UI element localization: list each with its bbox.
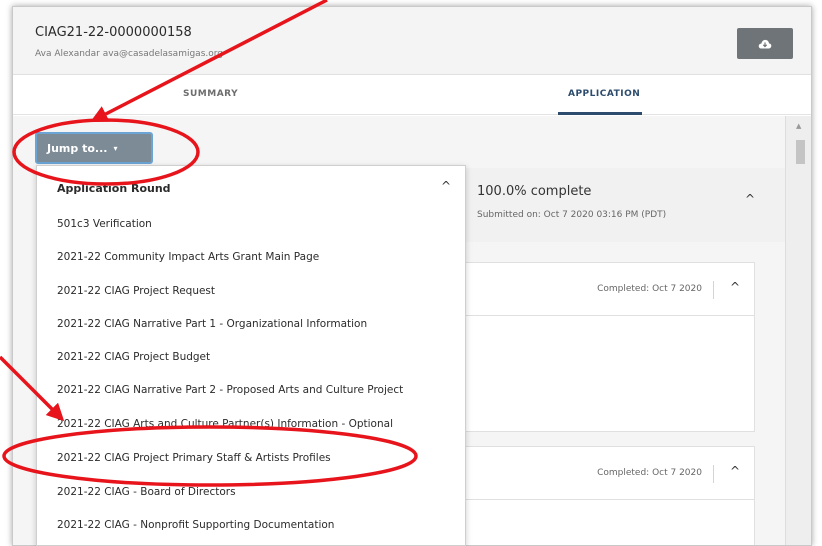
- chevron-up-icon[interactable]: ^: [441, 179, 451, 193]
- section-card-header: Completed: Oct 7 2020 ^: [464, 447, 754, 500]
- collapse-progress-icon[interactable]: ^: [745, 192, 755, 206]
- dropdown-item[interactable]: 2021-22 CIAG Project Primary Staff & Art…: [57, 452, 331, 464]
- dropdown-item[interactable]: 2021-22 CIAG - Board of Directors: [57, 486, 236, 498]
- section-card: Completed: Oct 7 2020 ^: [463, 262, 755, 432]
- tab-bar: SUMMARY APPLICATION: [13, 75, 811, 115]
- dropdown-header[interactable]: Application Round ^: [37, 166, 465, 206]
- jump-to-dropdown: Application Round ^ 501c3 Verification 2…: [36, 165, 466, 546]
- dropdown-item[interactable]: 2021-22 CIAG Arts and Culture Partner(s)…: [57, 418, 393, 430]
- scroll-thumb[interactable]: [796, 140, 805, 164]
- collapse-section-icon[interactable]: ^: [730, 280, 740, 294]
- completed-status: Completed: Oct 7 2020: [597, 284, 702, 294]
- vertical-scrollbar[interactable]: ▲: [785, 116, 811, 545]
- section-card: Completed: Oct 7 2020 ^: [463, 446, 755, 545]
- dropdown-item[interactable]: 2021-22 CIAG - Nonprofit Supporting Docu…: [57, 519, 334, 531]
- divider: [713, 281, 714, 299]
- progress-panel: 100.0% complete Submitted on: Oct 7 2020…: [463, 168, 785, 242]
- application-id: CIAG21-22-0000000158: [35, 25, 192, 40]
- section-card-header: Completed: Oct 7 2020 ^: [464, 263, 754, 316]
- dropdown-title: Application Round: [57, 182, 171, 195]
- divider: [713, 465, 714, 483]
- completed-status: Completed: Oct 7 2020: [597, 468, 702, 478]
- dropdown-item[interactable]: 2021-22 CIAG Narrative Part 2 - Proposed…: [57, 384, 403, 396]
- applicant-contact: Ava Alexandar ava@casadelasamigas.org: [35, 49, 224, 59]
- application-header: CIAG21-22-0000000158 Ava Alexandar ava@c…: [13, 7, 811, 75]
- dropdown-item[interactable]: 2021-22 CIAG Project Request: [57, 285, 215, 297]
- scroll-up-arrow-icon[interactable]: ▲: [796, 122, 801, 130]
- tab-application[interactable]: APPLICATION: [568, 89, 640, 99]
- dropdown-item[interactable]: 501c3 Verification: [57, 218, 152, 230]
- dropdown-item[interactable]: 2021-22 Community Impact Arts Grant Main…: [57, 251, 319, 263]
- submitted-date: Submitted on: Oct 7 2020 03:16 PM (PDT): [477, 210, 667, 220]
- progress-percent: 100.0% complete: [477, 184, 592, 199]
- cloud-download-icon: [758, 39, 772, 48]
- jump-to-label: Jump to...: [47, 141, 108, 155]
- dropdown-item[interactable]: 2021-22 CIAG Project Budget: [57, 351, 210, 363]
- download-button[interactable]: [737, 28, 793, 59]
- jump-to-button[interactable]: Jump to... ▾: [35, 132, 153, 164]
- tab-summary[interactable]: SUMMARY: [183, 89, 238, 99]
- dropdown-item[interactable]: 2021-22 CIAG Narrative Part 1 - Organiza…: [57, 318, 367, 330]
- active-tab-indicator: [558, 112, 642, 115]
- caret-down-icon: ▾: [113, 143, 118, 153]
- collapse-section-icon[interactable]: ^: [730, 464, 740, 478]
